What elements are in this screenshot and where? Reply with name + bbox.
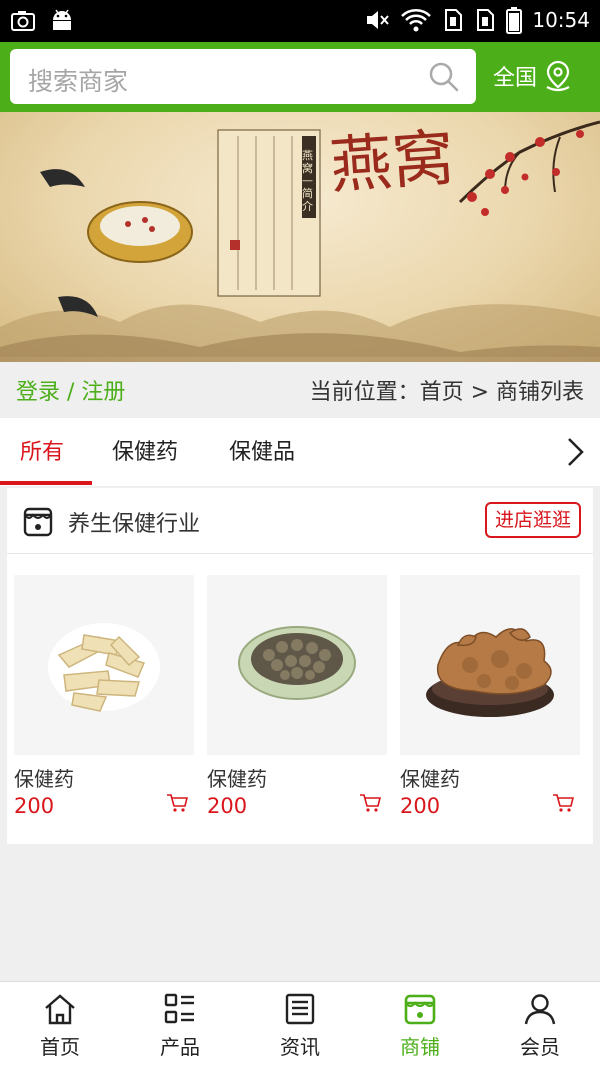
nav-home[interactable]: 首页 xyxy=(0,982,120,1067)
shop-header: 养生保健行业 进店逛逛 xyxy=(7,488,593,554)
product-card[interactable]: 保健药 200 xyxy=(400,575,580,818)
product-image[interactable] xyxy=(207,575,387,755)
category-tabs: 所有 保健药 保健品 xyxy=(0,418,600,486)
nav-news[interactable]: 资讯 xyxy=(240,982,360,1067)
tab-health-products[interactable]: 保健品 xyxy=(229,434,295,466)
header: 搜索商家 全国 xyxy=(0,42,600,112)
visit-store-button[interactable]: 进店逛逛 xyxy=(485,502,581,538)
nav-products[interactable]: 产品 xyxy=(120,982,240,1067)
region-label: 全国 xyxy=(493,66,538,91)
banner-title: 燕窝 xyxy=(327,120,457,203)
product-name: 保健药 xyxy=(14,767,74,791)
location-pin-icon xyxy=(546,60,570,92)
news-icon xyxy=(285,993,315,1025)
active-tab-indicator xyxy=(0,481,92,485)
search-icon[interactable] xyxy=(428,61,460,93)
product-name: 保健药 xyxy=(400,767,460,791)
search-input[interactable]: 搜索商家 xyxy=(28,62,128,98)
tab-health-medicine[interactable]: 保健药 xyxy=(112,434,178,466)
sim1-icon xyxy=(445,9,463,31)
promo-banner[interactable]: 燕窝 燕窝—简介 xyxy=(0,112,600,362)
cart-icon[interactable] xyxy=(359,793,381,813)
nav-label: 商铺 xyxy=(400,1035,440,1059)
cart-icon[interactable] xyxy=(166,793,188,813)
bottom-nav: 首页 产品 资讯 商铺 会员 xyxy=(0,981,600,1067)
nav-label: 产品 xyxy=(160,1035,200,1059)
product-name: 保健药 xyxy=(207,767,267,791)
product-image[interactable] xyxy=(400,575,580,755)
wifi-icon xyxy=(401,9,432,32)
user-icon xyxy=(524,994,556,1025)
banner-artwork xyxy=(0,120,600,362)
chevron-right-icon[interactable] xyxy=(564,436,586,468)
nav-label: 首页 xyxy=(40,1035,80,1059)
battery-icon xyxy=(506,7,523,34)
android-icon xyxy=(53,9,71,30)
search-box[interactable]: 搜索商家 xyxy=(10,49,476,104)
store-icon xyxy=(23,507,53,537)
nav-stores[interactable]: 商铺 xyxy=(360,982,480,1067)
cart-icon[interactable] xyxy=(552,793,574,813)
product-card[interactable]: 保健药 200 xyxy=(207,575,387,818)
nav-label: 资讯 xyxy=(280,1035,320,1059)
product-card[interactable]: 保健药 200 xyxy=(14,575,194,818)
status-time: 10:54 xyxy=(532,8,590,32)
nav-member[interactable]: 会员 xyxy=(480,982,600,1067)
grid-list-icon xyxy=(164,993,194,1024)
banner-intro-heading: 燕窝—简介 xyxy=(302,149,313,213)
store-icon xyxy=(404,994,436,1025)
location-bar: 登录 / 注册 当前位置：首页 > 商铺列表 xyxy=(0,362,600,418)
nav-label: 会员 xyxy=(520,1035,560,1059)
shop-card: 养生保健行业 进店逛逛 保健药 200 保健药 200 保健药 200 xyxy=(7,488,593,844)
status-bar: 10:54 xyxy=(0,0,600,42)
shop-name[interactable]: 养生保健行业 xyxy=(68,506,200,538)
mute-icon xyxy=(367,11,390,29)
tab-all[interactable]: 所有 xyxy=(20,434,64,466)
sim2-icon xyxy=(477,9,495,31)
screenshot-icon xyxy=(11,11,35,31)
region-selector[interactable]: 全国 xyxy=(493,60,573,92)
login-register-link[interactable]: 登录 / 注册 xyxy=(16,374,125,406)
product-image[interactable] xyxy=(14,575,194,755)
home-icon xyxy=(45,994,75,1025)
breadcrumb: 当前位置：首页 > 商铺列表 xyxy=(309,380,584,405)
